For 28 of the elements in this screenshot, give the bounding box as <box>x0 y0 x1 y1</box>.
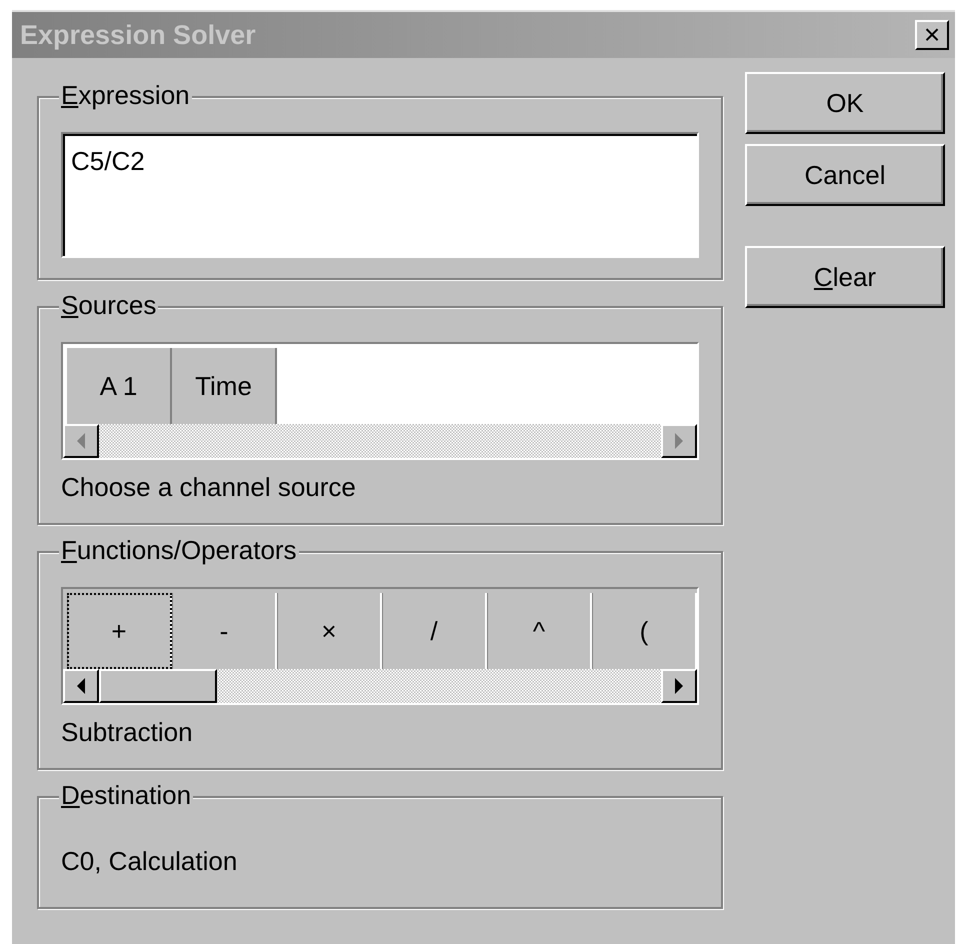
expression-field[interactable]: C5/C2 <box>61 132 699 258</box>
scroll-right-button[interactable] <box>661 669 697 704</box>
dialog-button[interactable]: OK <box>745 72 945 134</box>
scroll-right-button[interactable] <box>661 424 697 458</box>
left-arrow-icon <box>76 678 86 694</box>
source-tile[interactable]: Time <box>172 348 277 424</box>
right-arrow-icon <box>674 678 684 694</box>
dialog-button[interactable]: Clear <box>745 246 945 308</box>
scroll-bar[interactable] <box>63 669 697 704</box>
window-title: Expression Solver <box>20 18 256 52</box>
left-arrow-icon <box>76 433 86 449</box>
scroll-left-button[interactable] <box>63 669 99 704</box>
scroll-bar[interactable] <box>63 424 697 458</box>
destination-text: C0, Calculation <box>61 845 238 878</box>
operator-tile[interactable]: / <box>382 593 487 670</box>
scroll-thumb[interactable] <box>99 669 217 704</box>
right-arrow-icon <box>674 433 684 449</box>
dialog-button[interactable]: Cancel <box>745 144 945 206</box>
operator-tile[interactable]: × <box>277 593 382 670</box>
operator-tile[interactable]: ^ <box>487 593 592 670</box>
operator-tile[interactable]: - <box>172 593 277 670</box>
source-tile[interactable]: A 1 <box>67 348 172 424</box>
hint-text: Choose a channel source <box>61 472 357 504</box>
close-button[interactable]: × <box>915 20 949 50</box>
hint-text: Subtraction <box>61 717 194 748</box>
scroll-left-button[interactable] <box>63 424 99 458</box>
operator-tile[interactable]: + <box>67 593 172 670</box>
operator-tile[interactable]: ( <box>592 593 697 670</box>
